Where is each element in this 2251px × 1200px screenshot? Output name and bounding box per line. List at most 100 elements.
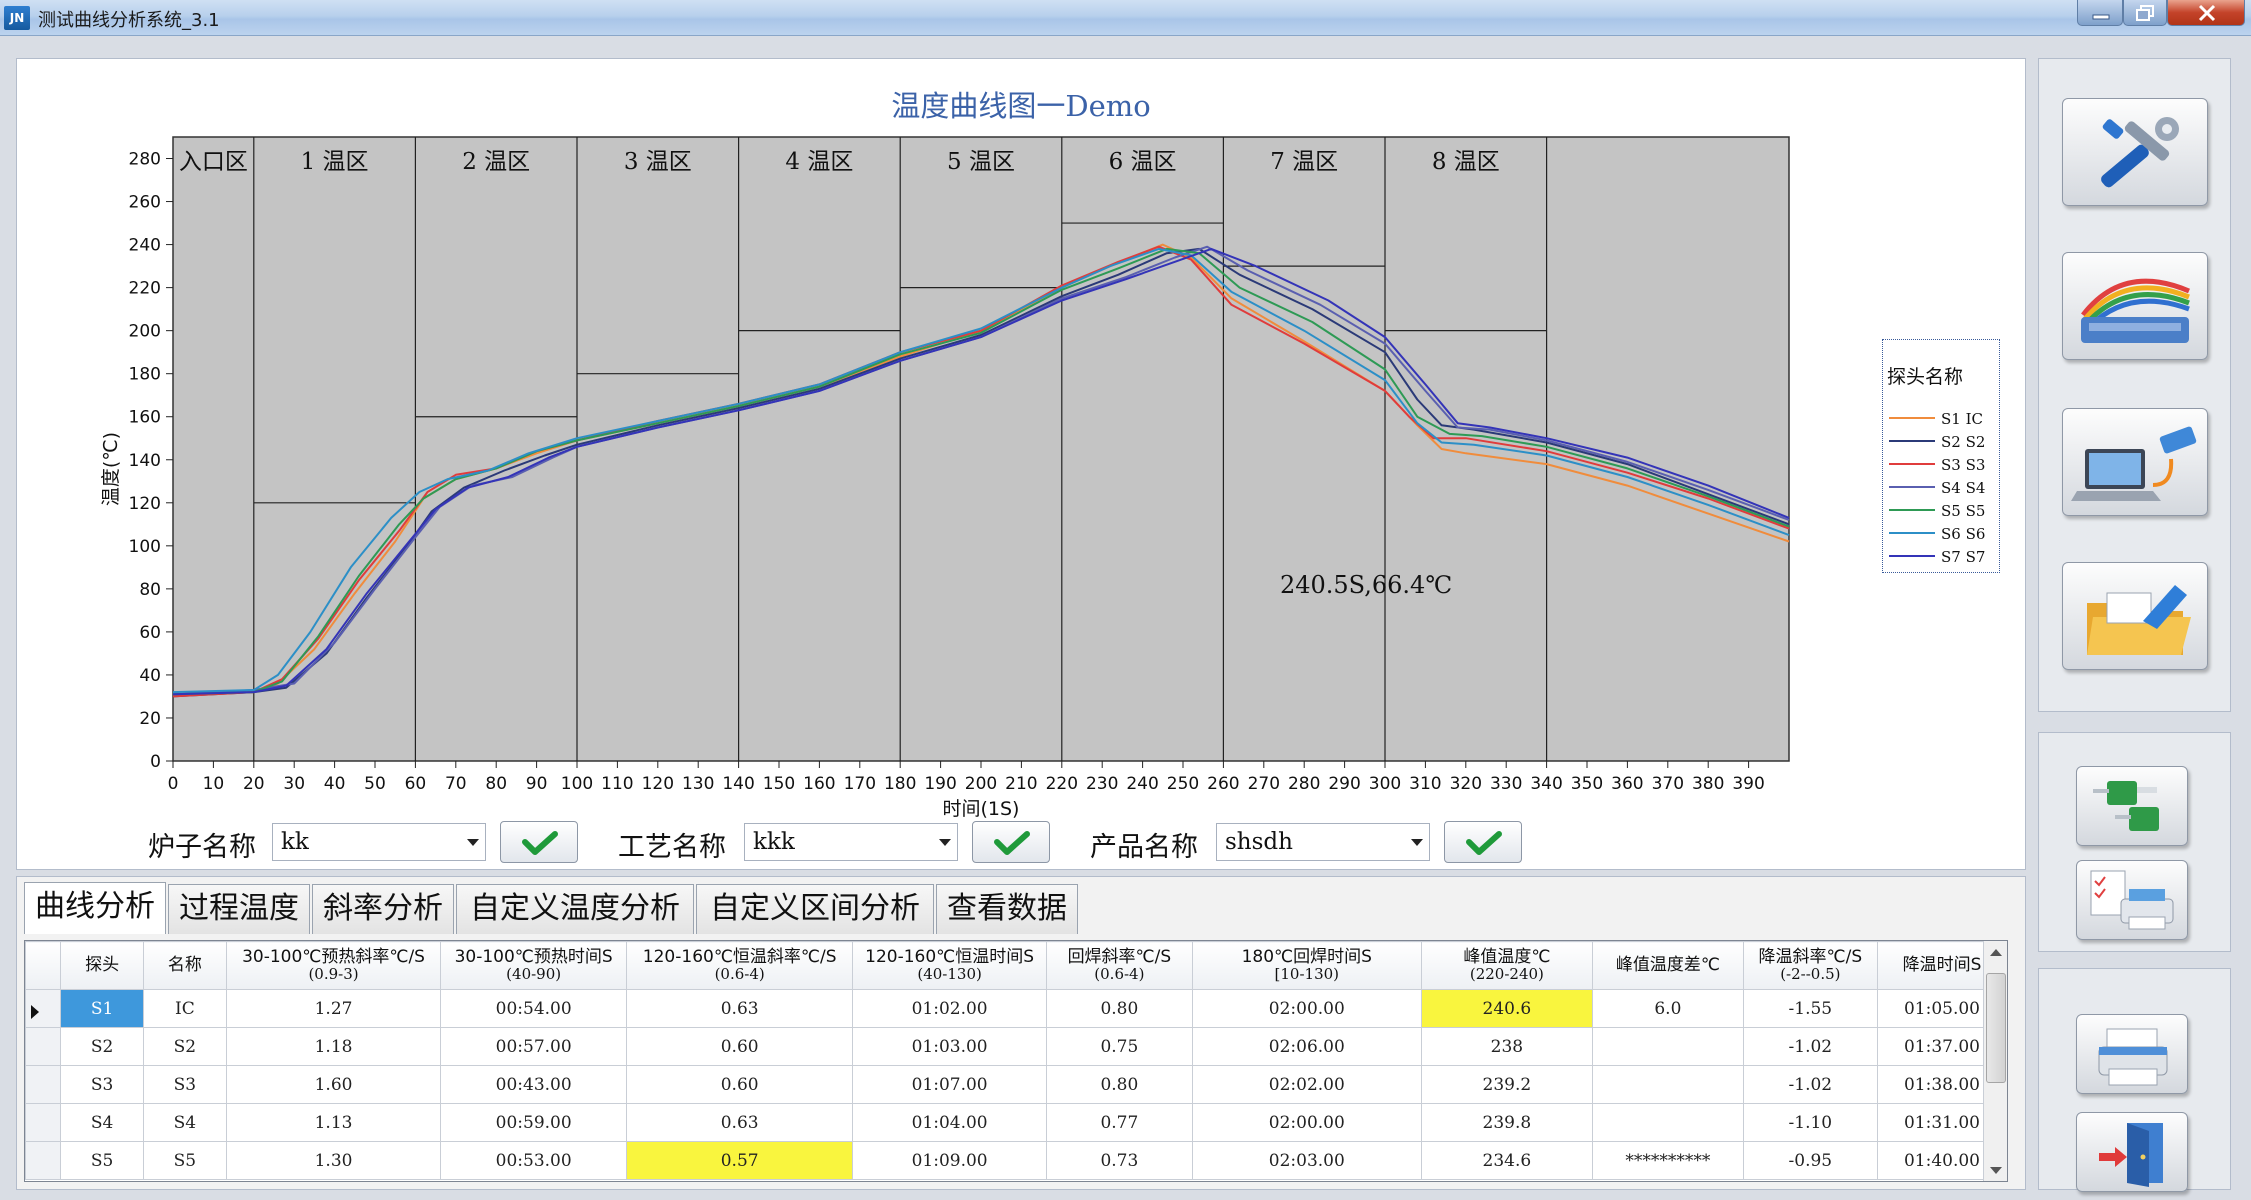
table-cell[interactable]: S2 xyxy=(60,1027,144,1066)
table-cell[interactable]: S3 xyxy=(60,1065,144,1104)
table-row[interactable]: S3 S3 1.60 00:43.00 0.60 01:07.00 0.80 02:02.00… xyxy=(25,1065,2007,1104)
table-cell[interactable]: S5 xyxy=(143,1141,227,1180)
row-indicator-cell[interactable] xyxy=(25,1141,62,1180)
minimize-button[interactable] xyxy=(2077,0,2123,26)
table-cell[interactable]: 0.57 xyxy=(625,1141,854,1180)
settings-button[interactable] xyxy=(2062,98,2208,206)
table-cell[interactable]: 01:02.00 xyxy=(852,989,1047,1028)
table-cell[interactable]: 0.73 xyxy=(1045,1141,1193,1180)
scroll-up-icon[interactable] xyxy=(1990,949,2002,956)
column-header[interactable]: 120-160℃恒温时间S (40-130) xyxy=(852,941,1047,990)
table-cell[interactable]: 239.2 xyxy=(1420,1065,1594,1104)
column-header[interactable]: 30-100℃预热斜率℃/S (0.9-3) xyxy=(225,941,442,990)
table-cell[interactable]: -0.95 xyxy=(1742,1141,1878,1180)
tab-slope-analysis[interactable]: 斜率分析 xyxy=(312,884,454,934)
row-indicator-cell[interactable] xyxy=(25,1103,62,1142)
table-cell[interactable]: 238 xyxy=(1420,1027,1594,1066)
table-cell[interactable]: 1.60 xyxy=(225,1065,442,1104)
table-cell[interactable] xyxy=(1592,1103,1744,1142)
column-header[interactable]: 30-100℃预热时间S (40-90) xyxy=(440,941,627,990)
table-cell[interactable]: 01:07.00 xyxy=(852,1065,1047,1104)
table-cell[interactable]: 02:03.00 xyxy=(1191,1141,1422,1180)
table-cell[interactable]: 00:59.00 xyxy=(440,1103,627,1142)
product-confirm-button[interactable] xyxy=(1444,821,1522,863)
table-cell[interactable]: 02:00.00 xyxy=(1191,989,1422,1028)
table-cell[interactable]: ********** xyxy=(1592,1141,1744,1180)
restore-button[interactable] xyxy=(2123,0,2167,26)
table-row[interactable]: S5 S5 1.30 00:53.00 0.57 01:09.00 0.73 02:03.00… xyxy=(25,1141,2007,1180)
device-connect-button[interactable] xyxy=(2062,408,2208,516)
table-cell[interactable]: S4 xyxy=(60,1103,144,1142)
table-cell[interactable]: 1.13 xyxy=(225,1103,442,1142)
table-cell[interactable]: 1.30 xyxy=(225,1141,442,1180)
table-cell[interactable]: 0.60 xyxy=(625,1027,854,1066)
table-cell[interactable]: 00:57.00 xyxy=(440,1027,627,1066)
table-cell[interactable]: 0.63 xyxy=(625,989,854,1028)
thermocouple-button[interactable] xyxy=(2076,766,2188,846)
column-header[interactable]: 峰值温度差℃ xyxy=(1592,941,1744,990)
product-select[interactable]: shsdh xyxy=(1216,823,1430,861)
tab-custom-temperature[interactable]: 自定义温度分析 xyxy=(456,884,694,934)
table-row[interactable]: S2 S2 1.18 00:57.00 0.60 01:03.00 0.75 02:06.00… xyxy=(25,1027,2007,1066)
column-header[interactable]: 峰值温度℃ (220-240) xyxy=(1420,941,1594,990)
table-cell[interactable]: 00:53.00 xyxy=(440,1141,627,1180)
tab-curve-analysis[interactable]: 曲线分析 xyxy=(24,882,166,934)
table-cell[interactable]: 1.27 xyxy=(225,989,442,1028)
column-header[interactable]: 降温斜率℃/S (-2--0.5) xyxy=(1742,941,1878,990)
tab-custom-interval[interactable]: 自定义区间分析 xyxy=(696,884,934,934)
table-cell[interactable]: 0.75 xyxy=(1045,1027,1193,1066)
column-header[interactable]: 180℃回焊时间S [10-130) xyxy=(1191,941,1422,990)
table-cell[interactable]: IC xyxy=(143,989,227,1028)
table-cell[interactable]: 1.18 xyxy=(225,1027,442,1066)
table-cell[interactable]: 240.6 xyxy=(1420,989,1594,1028)
row-indicator-cell[interactable] xyxy=(25,1027,62,1066)
table-cell[interactable]: S1 xyxy=(60,989,144,1028)
table-cell[interactable]: 00:54.00 xyxy=(440,989,627,1028)
table-cell[interactable]: -1.02 xyxy=(1742,1027,1878,1066)
table-cell[interactable]: -1.10 xyxy=(1742,1103,1878,1142)
table-row[interactable]: S1 IC 1.27 00:54.00 0.63 01:02.00 0.80 02:00.00… xyxy=(25,989,2007,1028)
furnace-confirm-button[interactable] xyxy=(500,821,578,863)
table-cell[interactable]: -1.02 xyxy=(1742,1065,1878,1104)
table-cell[interactable]: 00:43.00 xyxy=(440,1065,627,1104)
table-cell[interactable]: 0.77 xyxy=(1045,1103,1193,1142)
table-cell[interactable]: S2 xyxy=(143,1027,227,1066)
scroll-down-icon[interactable] xyxy=(1990,1167,2002,1174)
table-cell[interactable]: 01:03.00 xyxy=(852,1027,1047,1066)
tab-process-temperature[interactable]: 过程温度 xyxy=(168,884,310,934)
table-scrollbar[interactable] xyxy=(1983,941,2007,1181)
table-cell[interactable]: 0.80 xyxy=(1045,989,1193,1028)
table-cell[interactable]: 0.60 xyxy=(625,1065,854,1104)
column-header[interactable]: 探头 xyxy=(60,941,144,990)
table-cell[interactable] xyxy=(1592,1027,1744,1066)
report-button[interactable] xyxy=(2076,860,2188,940)
table-cell[interactable]: 01:04.00 xyxy=(852,1103,1047,1142)
column-header[interactable]: 名称 xyxy=(143,941,227,990)
process-select[interactable]: kkk xyxy=(744,823,958,861)
furnace-select[interactable]: kk xyxy=(272,823,486,861)
table-cell[interactable]: 02:06.00 xyxy=(1191,1027,1422,1066)
table-cell[interactable]: 0.63 xyxy=(625,1103,854,1142)
table-cell[interactable]: 02:02.00 xyxy=(1191,1065,1422,1104)
table-cell[interactable]: 234.6 xyxy=(1420,1141,1594,1180)
table-cell[interactable] xyxy=(1592,1065,1744,1104)
table-row[interactable]: S4 S4 1.13 00:59.00 0.63 01:04.00 0.77 02:00.00… xyxy=(25,1103,2007,1142)
close-button[interactable] xyxy=(2167,0,2245,26)
table-cell[interactable]: S4 xyxy=(143,1103,227,1142)
table-cell[interactable]: 02:00.00 xyxy=(1191,1103,1422,1142)
table-cell[interactable]: -1.55 xyxy=(1742,989,1878,1028)
table-cell[interactable]: S5 xyxy=(60,1141,144,1180)
tab-view-data[interactable]: 查看数据 xyxy=(936,884,1078,934)
probe-setup-button[interactable] xyxy=(2062,252,2208,360)
column-header[interactable]: 回焊斜率℃/S (0.6-4) xyxy=(1045,941,1193,990)
table-cell[interactable]: 0.80 xyxy=(1045,1065,1193,1104)
column-header[interactable]: 120-160℃恒温斜率℃/S (0.6-4) xyxy=(625,941,854,990)
print-button[interactable] xyxy=(2076,1014,2188,1094)
table-cell[interactable]: 239.8 xyxy=(1420,1103,1594,1142)
table-cell[interactable]: 01:09.00 xyxy=(852,1141,1047,1180)
table-cell[interactable]: S3 xyxy=(143,1065,227,1104)
row-indicator-cell[interactable] xyxy=(25,1065,62,1104)
scrollbar-thumb[interactable] xyxy=(1986,973,2006,1083)
open-file-button[interactable] xyxy=(2062,562,2208,670)
exit-button[interactable] xyxy=(2076,1112,2188,1192)
